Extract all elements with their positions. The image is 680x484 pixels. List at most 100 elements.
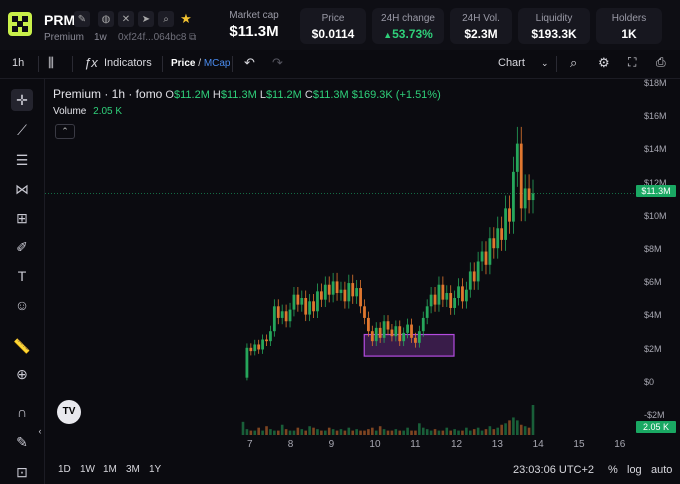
x-tick-label: 14 [532,439,544,450]
percent-toggle[interactable]: % [608,464,618,476]
x-twitter-icon[interactable]: ✕ [118,11,134,27]
x-tick-label: 16 [614,439,626,450]
y-tick-label: $8M [644,244,662,254]
search-icon[interactable]: ⌕ [158,11,174,27]
price-chart[interactable] [45,79,635,435]
price-axis[interactable]: $18M $16M $14M $12M $10M $8M $6M $4M $2M $0 -$2M [636,78,680,435]
candle-body [382,321,386,338]
globe-icon[interactable]: ◍ [98,11,114,27]
range-3m[interactable]: 3M [126,464,140,475]
candle-body [319,291,323,300]
volume-bar [429,430,433,435]
candle-body [390,329,394,337]
volume-bar [453,429,456,435]
emoji-icon[interactable]: ☺ [11,294,33,316]
candle-body [425,306,429,318]
volume-bar [241,421,245,435]
telegram-icon[interactable]: ➤ [138,11,154,27]
token-logo-icon [8,12,32,36]
pattern-icon[interactable]: ⋈ [11,178,33,200]
collapse-toolbar-icon[interactable]: ‹ [36,420,44,442]
camera-icon[interactable]: ⎙ [656,55,666,70]
range-1w[interactable]: 1W [80,464,95,475]
candle-body [504,208,507,240]
token-address[interactable]: 0xf24f...064bc8 ⧉ [118,32,196,43]
lock-icon[interactable]: ⊡ [11,461,33,483]
edit-icon[interactable]: ✎ [74,11,90,27]
interval-selector[interactable]: 1h [12,57,24,69]
x-tick-label: 11 [410,439,421,450]
candle-body [429,294,433,307]
range-1y[interactable]: 1Y [149,464,161,475]
candle-body [316,291,319,312]
price-mcap-toggle[interactable]: Price / MCap [171,58,231,69]
ohlc-legend: Premium · 1h · fomo O$11.2M H$11.3M L$11… [53,87,441,101]
candle-body [461,286,464,302]
volume-bar [496,427,500,435]
range-1d[interactable]: 1D [58,464,71,475]
volume-bar [449,430,453,435]
volume-bar [406,427,409,435]
magnet-icon[interactable]: ∩ [11,401,33,423]
horizontal-lines-icon[interactable]: ☰ [11,149,33,171]
y-tick-label: $4M [644,310,662,321]
redo-icon[interactable]: ↷ [272,55,283,71]
crosshair-icon[interactable]: ✛ [11,89,33,111]
candle-body [276,306,280,318]
volume-bar [280,424,284,435]
candle-type-icon[interactable]: ⫼ [48,55,54,71]
clock[interactable]: 23:03:06 UTC+2 [513,464,594,476]
token-age: 1w [94,32,107,43]
indicators-button[interactable]: Indicators [104,57,152,69]
token-symbol: PRM [44,12,76,28]
candle-body [394,326,398,337]
y-tick-label: $2M [644,343,662,354]
ruler-icon[interactable]: 📏 [11,335,33,357]
volume-bar [245,429,249,435]
snapshot-search-icon[interactable]: ⌕ [570,55,577,71]
fullscreen-icon[interactable]: ⛶ [628,55,636,70]
volume-bar [276,430,280,435]
fib-icon[interactable]: ⊞ [11,207,33,229]
candle-body [441,284,445,300]
volume-bar [468,430,472,435]
volume-bar [312,427,315,435]
range-bar: 1D 1W 1M 3M 1Y 23:03:06 UTC+2 % log auto [45,456,680,484]
volume-bar [257,427,260,435]
time-axis[interactable]: 7 8 9 10 11 12 13 14 15 16 [45,436,635,452]
lock-drawing-icon[interactable]: ✎ [11,431,33,453]
volume-legend: Volume 2.05 K [53,106,123,117]
chevron-down-icon[interactable]: ⌄ [541,58,549,69]
indicators-icon[interactable]: ƒx [84,55,98,70]
trend-line-icon[interactable]: ⟋ [11,119,33,141]
candle-body [347,283,351,302]
collapse-legend-button[interactable]: ⌃ [55,124,75,139]
volume-bar [394,429,398,435]
chart-view-selector[interactable]: Chart [498,57,525,69]
range-1m[interactable]: 1M [103,464,117,475]
candle-body [508,208,511,222]
candle-body [249,347,253,352]
candle-body [355,288,359,297]
auto-toggle[interactable]: auto [651,464,672,476]
volume-bar [304,430,308,435]
log-toggle[interactable]: log [627,464,642,476]
copy-icon[interactable]: ⧉ [189,32,196,43]
candle-body [312,301,315,312]
star-icon[interactable]: ★ [178,11,194,27]
volume-bar [269,429,272,435]
candle-body [480,251,484,262]
volume-bar [308,426,311,435]
volume-bar [527,427,531,435]
text-icon[interactable]: T [11,265,33,287]
drawing-toolbar: ✛ ⟋ ☰ ⋈ ⊞ ✐ T ☺ 📏 ⊕ ∩ ✎ ⊡ ‹ [0,79,45,484]
volume-bar [500,424,503,435]
tradingview-logo-icon[interactable]: TV [57,400,81,424]
zoom-in-icon[interactable]: ⊕ [11,363,33,385]
settings-icon[interactable]: ⚙ [598,55,610,71]
brush-icon[interactable]: ✐ [11,236,33,258]
candle-body [304,298,308,315]
undo-icon[interactable]: ↶ [244,55,255,71]
candle-body [406,324,409,333]
candle-body [453,298,457,308]
